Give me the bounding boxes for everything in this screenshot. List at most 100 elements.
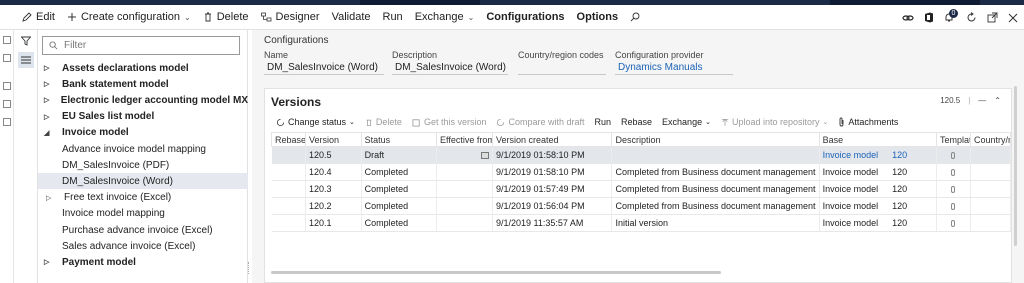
tree-child-node[interactable]: ▷ Free text invoice (Excel) (38, 190, 248, 206)
tree-pane-toolbar (14, 30, 38, 283)
run-version-button[interactable]: Run (590, 117, 617, 127)
collapsed-caret-icon[interactable]: ▷ (44, 80, 52, 88)
notifications-button[interactable]: 0 (944, 8, 958, 24)
delete-button[interactable]: Delete (197, 5, 255, 30)
tree-child-node[interactable]: DM_SalesInvoice (Word) (38, 173, 248, 190)
country-region-cell (970, 163, 1012, 181)
link-icon[interactable] (902, 13, 914, 23)
collapsed-caret-icon[interactable]: ▷ (44, 64, 52, 72)
table-row[interactable]: 120.2 Completed 9/1/2019 01:56:04 PM Comple… (271, 197, 1012, 215)
configurations-tab[interactable]: Configurations (480, 5, 570, 30)
name-field[interactable]: DM_SalesInvoice (Word) (264, 60, 384, 75)
column-header[interactable]: Version (305, 132, 362, 147)
collapsed-caret-icon[interactable]: ▷ (44, 96, 51, 104)
horizontal-scrollbar[interactable] (271, 271, 721, 274)
delete-version-button[interactable]: Delete (360, 117, 407, 127)
table-row[interactable]: 120.3 Completed 9/1/2019 01:57:49 PM Comple… (271, 180, 1012, 198)
tree-child-node[interactable]: Invoice model mapping (38, 206, 248, 222)
rail-icon[interactable] (3, 36, 11, 44)
tree-node-label: Invoice model mapping (62, 208, 165, 220)
search-button[interactable] (624, 5, 650, 30)
chevron-down-icon: ⌄ (349, 119, 355, 126)
country-region-codes-field[interactable] (518, 60, 606, 75)
column-header[interactable]: Template (935, 132, 971, 147)
tree-node[interactable]: ◢ Invoice model (38, 125, 248, 141)
status-cell: Completed (361, 163, 438, 181)
column-header[interactable]: Effective from (436, 132, 493, 147)
description-cell: Initial version (611, 214, 820, 232)
rail-icon[interactable] (3, 54, 11, 62)
minimize-button[interactable]: — (978, 96, 986, 105)
table-row[interactable]: 120.4 Completed 9/1/2019 01:58:10 PM Comple… (271, 163, 1012, 181)
calendar-icon[interactable] (481, 152, 489, 160)
tree-node-label: Invoice model (62, 127, 129, 139)
column-header[interactable]: Version created (491, 132, 613, 147)
configuration-provider-link[interactable]: Dynamics Manuals (615, 60, 733, 75)
create-configuration-label: Create configuration (80, 11, 181, 23)
designer-button[interactable]: Designer (255, 5, 326, 30)
options-tab[interactable]: Options (571, 5, 625, 30)
column-header[interactable]: Description (611, 132, 820, 147)
collapsed-caret-icon[interactable]: ▷ (44, 258, 52, 266)
tree-node[interactable]: ▷ Assets declarations model (38, 60, 248, 76)
tree-child-node[interactable]: DM_SalesInvoice (PDF) (38, 157, 248, 173)
tree-node[interactable]: ▷ Electronic ledger accounting model MX (38, 92, 248, 108)
collapsed-caret-icon[interactable]: ▷ (46, 194, 54, 202)
collapse-chevron-icon[interactable]: ⌃ (994, 96, 1001, 105)
table-row[interactable]: 120.1 Completed 9/1/2019 11:35:57 AM Initia… (271, 214, 1012, 232)
attachment-icon[interactable] (951, 203, 956, 211)
base-model-name[interactable]: Invoice model (823, 150, 879, 160)
base-model-name: Invoice model (822, 184, 879, 194)
rebase-button[interactable]: Rebase (616, 117, 657, 127)
refresh-icon[interactable] (966, 12, 977, 23)
rebase-cell (271, 197, 306, 215)
filter-pane-button[interactable] (18, 33, 34, 49)
version-cell: 120.3 (305, 180, 362, 198)
create-configuration-button[interactable]: Create configuration ⌄ (61, 5, 197, 30)
column-header[interactable]: Base (818, 132, 937, 147)
table-row[interactable]: 120.5 Draft 9/1/2019 01:58:10 PM Invoice mo… (271, 146, 1012, 164)
versions-toolbar: Change status ⌄ Delete Get this version … (271, 115, 903, 129)
upload-into-repository-button[interactable]: Upload into repository ⌄ (716, 117, 833, 127)
column-header[interactable]: Country/reg (969, 132, 1012, 147)
compare-with-draft-button[interactable]: Compare with draft (491, 117, 589, 127)
get-this-version-button[interactable]: Get this version (407, 117, 492, 127)
attachments-button[interactable]: Attachments (833, 117, 903, 127)
attachment-icon[interactable] (951, 220, 956, 228)
exchange-menu[interactable]: Exchange ⌄ (409, 5, 481, 30)
column-header[interactable]: Status (360, 132, 438, 147)
tree-node[interactable]: ▷ EU Sales list model (38, 109, 248, 125)
description-field[interactable]: DM_SalesInvoice (Word) (392, 60, 508, 75)
collapsed-caret-icon[interactable]: ▷ (44, 113, 52, 121)
run-button[interactable]: Run (377, 5, 409, 30)
tree-node[interactable]: ▷ Payment model (38, 254, 248, 270)
attachment-icon[interactable] (951, 169, 956, 177)
tree-child-node[interactable]: Purchase advance invoice (Excel) (38, 222, 248, 238)
expanded-caret-icon[interactable]: ◢ (44, 129, 52, 137)
office-icon[interactable] (924, 12, 934, 23)
base-cell: Invoice model 120 (819, 180, 937, 198)
list-view-button[interactable] (18, 52, 34, 68)
attachment-icon[interactable] (951, 152, 956, 160)
version-created-cell: 9/1/2019 01:58:10 PM (492, 146, 613, 164)
rail-icon[interactable] (3, 118, 11, 126)
template-cell (936, 214, 971, 232)
vertical-scrollbar[interactable] (1014, 86, 1017, 246)
tree-node[interactable]: ▷ Bank statement model (38, 76, 248, 92)
open-new-window-icon[interactable] (987, 12, 998, 23)
rail-icon[interactable] (3, 100, 11, 108)
tree-child-node[interactable]: Sales advance invoice (Excel) (38, 238, 248, 254)
validate-button[interactable]: Validate (326, 5, 377, 30)
tree-child-node[interactable]: Advance invoice model mapping (38, 141, 248, 157)
versions-panel: Versions 120.5 | — ⌃ Change status ⌄ Del… (264, 88, 1012, 283)
change-status-button[interactable]: Change status ⌄ (271, 117, 360, 127)
version-cell: 120.1 (305, 214, 362, 232)
options-label: Options (576, 11, 619, 23)
rail-icon[interactable] (3, 82, 11, 90)
close-icon[interactable] (1008, 13, 1018, 23)
edit-button[interactable]: Edit (16, 5, 61, 30)
column-header[interactable]: Rebase ... (271, 132, 306, 147)
exchange-version-menu[interactable]: Exchange ⌄ (657, 117, 716, 127)
filter-input[interactable]: Filter (42, 36, 240, 55)
attachment-icon[interactable] (951, 186, 956, 194)
